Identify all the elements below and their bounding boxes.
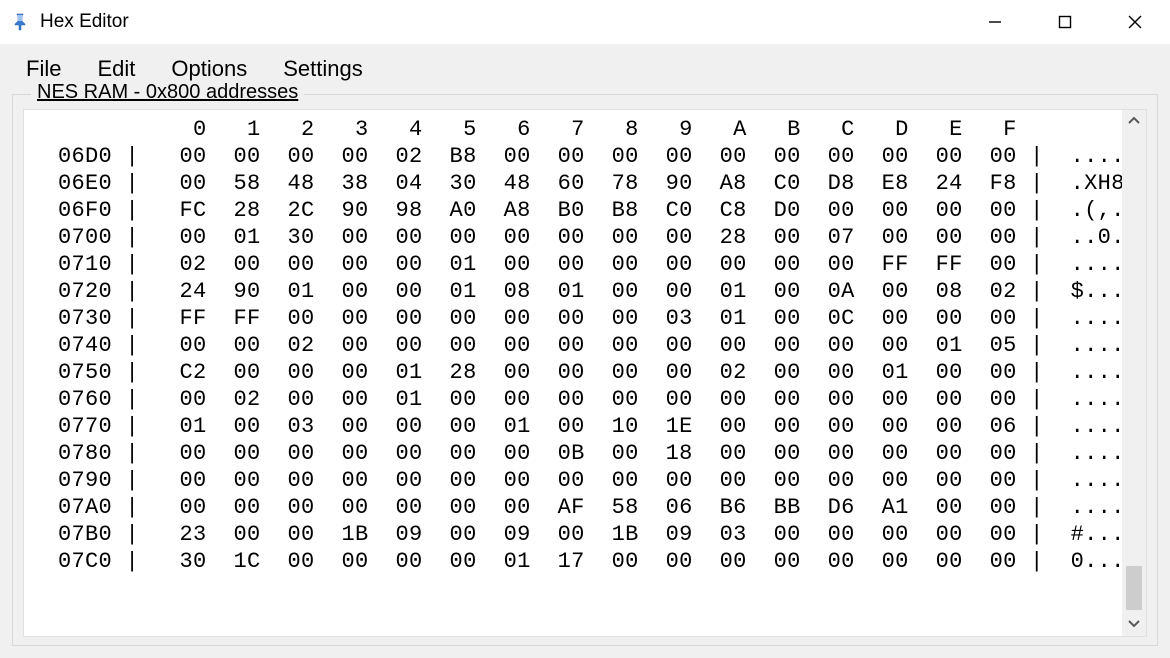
pushpin-icon — [10, 12, 30, 32]
scroll-up-icon[interactable] — [1128, 114, 1140, 130]
menu-settings[interactable]: Settings — [265, 54, 381, 84]
vertical-scrollbar[interactable] — [1122, 110, 1146, 636]
menu-options[interactable]: Options — [153, 54, 265, 84]
app-window: Hex Editor File Edit Options Settings — [0, 0, 1170, 658]
window-title: Hex Editor — [40, 11, 129, 33]
hex-area: 0 1 2 3 4 5 6 7 8 9 A B C D E F 06D0 | 0… — [23, 109, 1147, 637]
scroll-thumb[interactable] — [1126, 566, 1142, 610]
menu-edit[interactable]: Edit — [79, 54, 153, 84]
close-button[interactable] — [1100, 0, 1170, 44]
client-area: File Edit Options Settings NES RAM - 0x8… — [0, 44, 1170, 658]
hex-content[interactable]: 0 1 2 3 4 5 6 7 8 9 A B C D E F 06D0 | 0… — [24, 110, 1122, 636]
titlebar-left: Hex Editor — [10, 11, 129, 33]
titlebar[interactable]: Hex Editor — [0, 0, 1170, 44]
window-controls — [960, 0, 1170, 44]
group-legend[interactable]: NES RAM - 0x800 addresses — [31, 81, 304, 104]
menu-file[interactable]: File — [12, 54, 79, 84]
hex-groupbox: NES RAM - 0x800 addresses 0 1 2 3 4 5 6 … — [12, 94, 1158, 646]
minimize-button[interactable] — [960, 0, 1030, 44]
maximize-button[interactable] — [1030, 0, 1100, 44]
scroll-down-icon[interactable] — [1128, 616, 1140, 632]
